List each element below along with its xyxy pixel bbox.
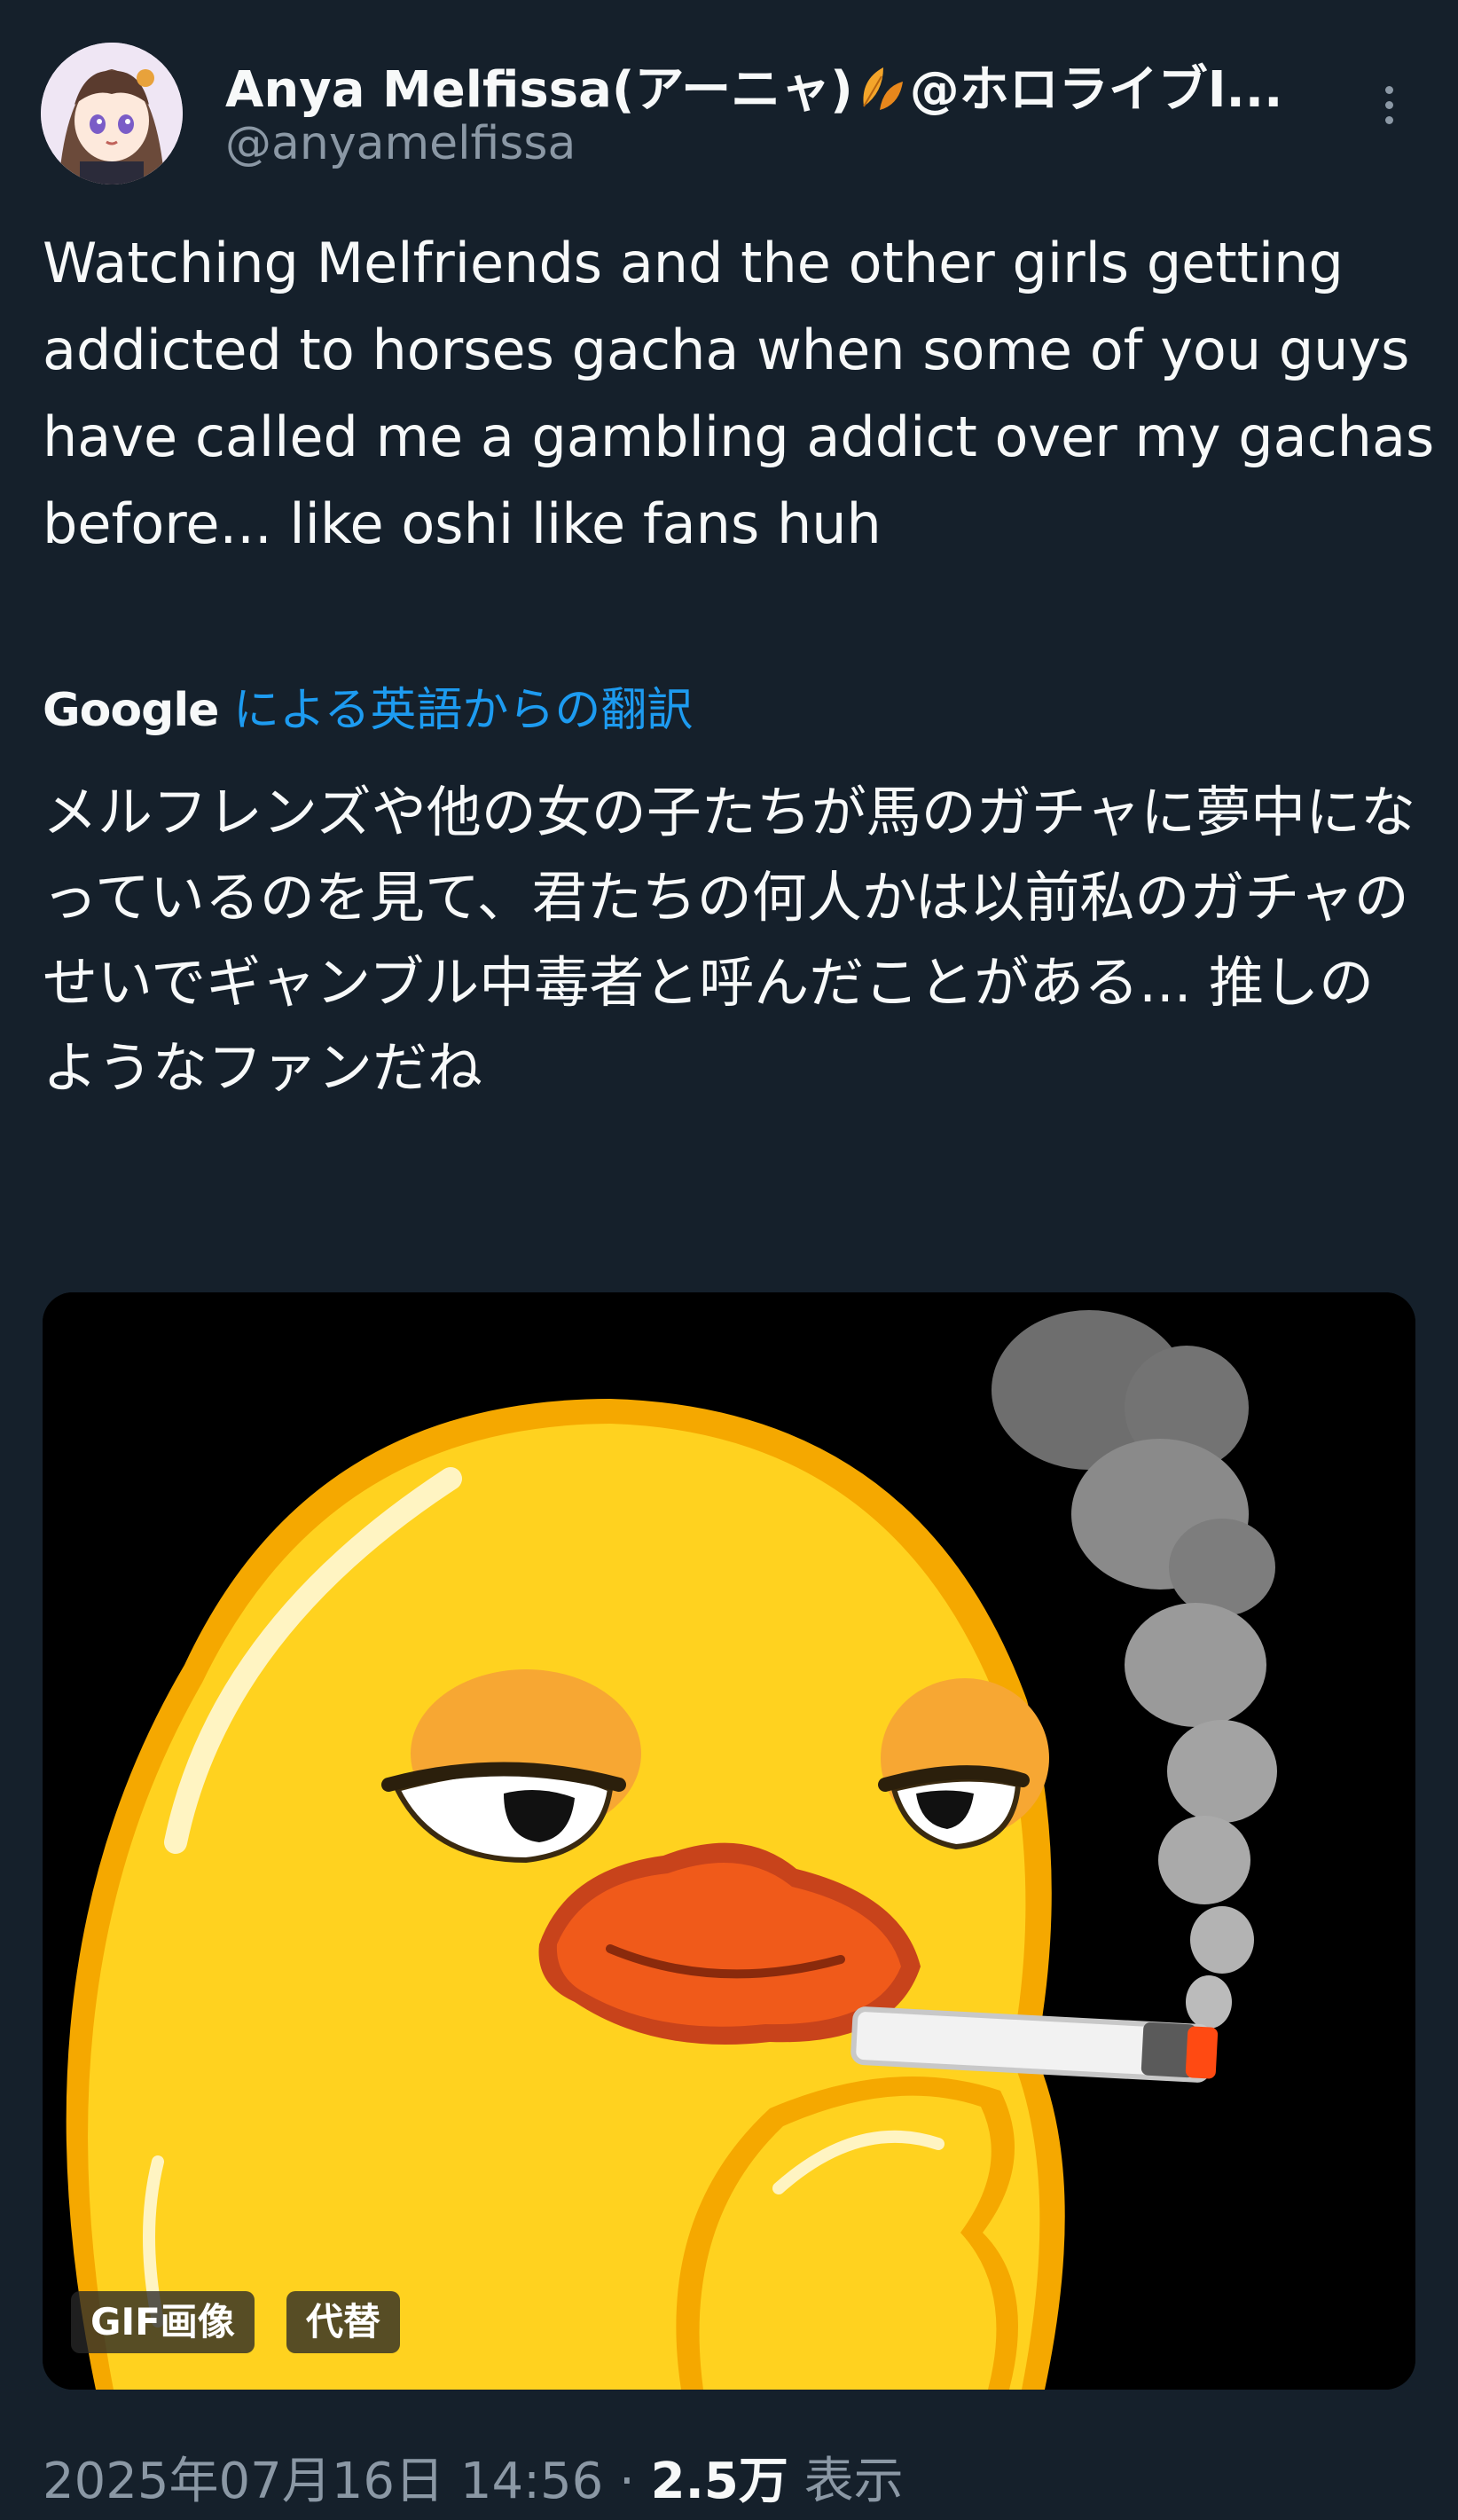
leaf-icon xyxy=(857,60,906,126)
tweet-meta: 2025年07月16日 14:56 · 2.5万 表示 xyxy=(43,2441,904,2513)
views-label: 表示 xyxy=(803,2453,904,2510)
more-dot xyxy=(1384,115,1393,124)
timestamp[interactable]: 2025年07月16日 14:56 xyxy=(43,2453,603,2510)
translated-text: メルフレンズや他の女の子たちが馬のガチャに夢中になっているのを見て、君たちの何人… xyxy=(43,780,1416,1100)
translation-link[interactable]: による英語からの翻訳 xyxy=(233,684,693,737)
avatar[interactable] xyxy=(41,43,183,184)
google-logo-text: Google xyxy=(43,684,219,737)
more-dot xyxy=(1384,85,1393,94)
tweet-media-gif[interactable]: GIF画像 代替 xyxy=(43,1292,1415,2390)
user-handle[interactable]: @anyamelfissa xyxy=(225,117,576,170)
more-options-icon[interactable] xyxy=(1362,69,1415,140)
duck-smoking-illustration xyxy=(43,1292,1415,2390)
tweet-header: Anya Melfissa(アーニャ) @ホロライブI... @anyamelfi… xyxy=(41,43,1415,184)
display-name[interactable]: Anya Melfissa(アーニャ) xyxy=(225,61,853,119)
display-name-line[interactable]: Anya Melfissa(アーニャ) @ホロライブI... xyxy=(225,50,1325,126)
meta-separator: · xyxy=(619,2453,635,2510)
display-name-suffix[interactable]: @ホロライブI... xyxy=(910,61,1283,119)
avatar-illustration xyxy=(41,43,183,184)
gif-badge: GIF画像 xyxy=(71,2291,255,2353)
alt-text-button[interactable]: 代替 xyxy=(286,2291,401,2353)
tweet-text: Watching Melfriends and the other girls … xyxy=(43,231,1435,556)
views-count[interactable]: 2.5万 xyxy=(651,2453,788,2510)
more-dot xyxy=(1384,100,1393,109)
translation-attribution: Google による英語からの翻訳 xyxy=(43,672,693,739)
